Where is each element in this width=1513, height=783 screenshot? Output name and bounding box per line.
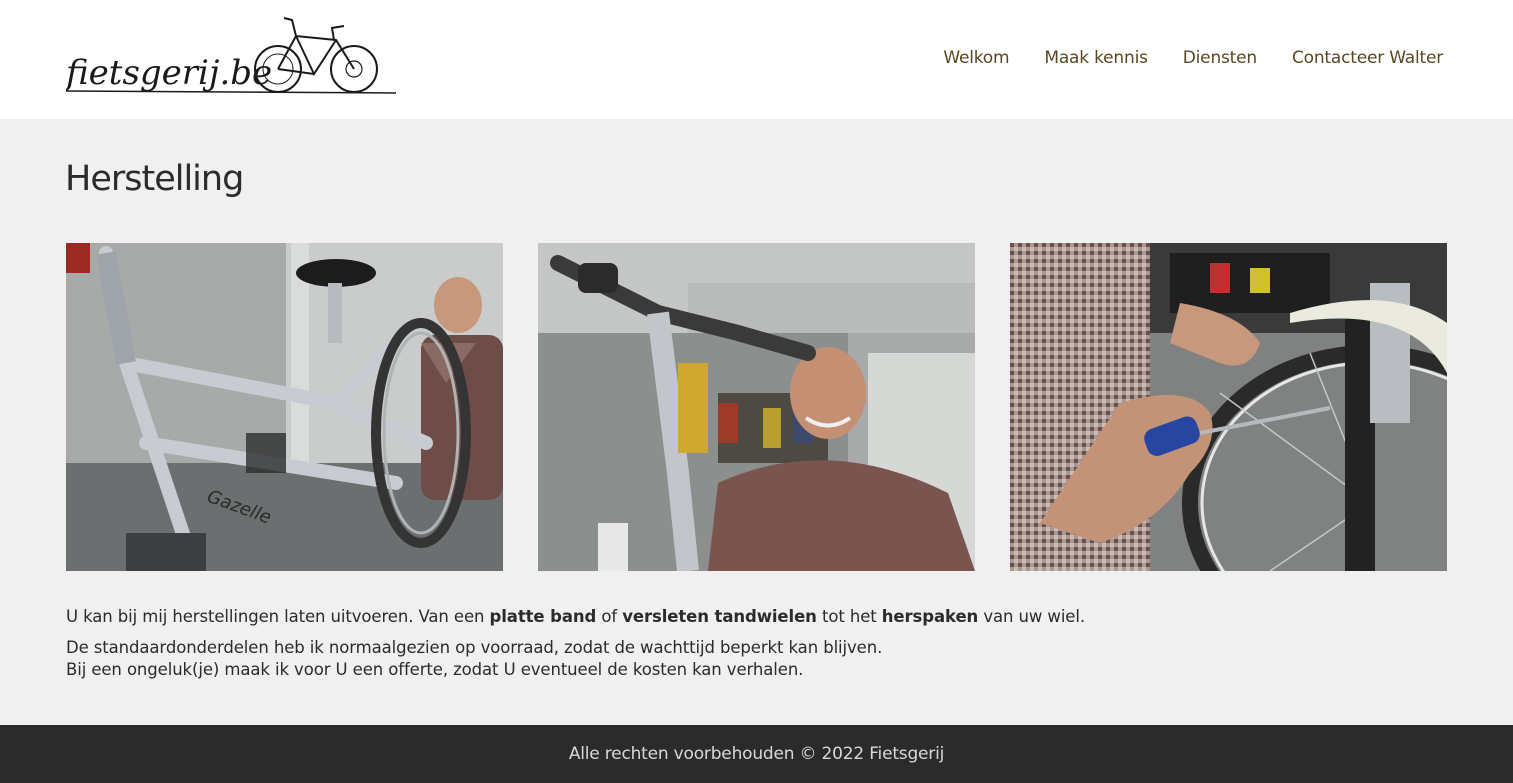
highlight-versleten-tandwielen: versleten tandwielen bbox=[622, 607, 817, 626]
text-segment: U kan bij mij herstellingen laten uitvoe… bbox=[66, 607, 490, 626]
site-logo[interactable]: fietsgerij.be bbox=[63, 14, 398, 98]
text-segment: van uw wiel. bbox=[978, 607, 1085, 626]
text-line: De standaardonderdelen heb ik normaalgez… bbox=[66, 638, 883, 657]
site-footer: Alle rechten voorbehouden © 2022 Fietsge… bbox=[0, 725, 1513, 783]
text-segment: tot het bbox=[816, 607, 882, 626]
photo-bike-repair-2[interactable] bbox=[538, 243, 975, 571]
highlight-platte-band: platte band bbox=[489, 607, 597, 626]
photo-bike-repair-1[interactable]: Gazelle bbox=[66, 243, 503, 571]
text-segment: of bbox=[596, 607, 623, 626]
description-text: U kan bij mij herstellingen laten uitvoe… bbox=[66, 606, 1446, 690]
main-content: Herstelling Gazelle U kan bij mij herste… bbox=[0, 119, 1513, 725]
photo-bike-repair-3[interactable] bbox=[1010, 243, 1447, 571]
site-header: fietsgerij.be Welkom Maak kennis Dienste… bbox=[0, 0, 1513, 119]
logo-text: fietsgerij.be bbox=[66, 53, 272, 93]
nav-contacteer-walter[interactable]: Contacteer Walter bbox=[1292, 48, 1443, 68]
copyright-text: Alle rechten voorbehouden © 2022 Fietsge… bbox=[568, 744, 945, 764]
nav-maak-kennis[interactable]: Maak kennis bbox=[1044, 48, 1148, 68]
bicycle-logo-icon: fietsgerij.be bbox=[63, 17, 397, 94]
nav-diensten[interactable]: Diensten bbox=[1183, 48, 1257, 68]
paragraph-stock: De standaardonderdelen heb ik normaalgez… bbox=[66, 637, 1446, 681]
text-line: Bij een ongeluk(je) maak ik voor U een o… bbox=[66, 660, 804, 679]
photo-gallery: Gazelle bbox=[66, 243, 1447, 571]
highlight-herspaken: herspaken bbox=[881, 607, 979, 626]
paragraph-repairs: U kan bij mij herstellingen laten uitvoe… bbox=[66, 606, 1446, 628]
page-title: Herstelling bbox=[65, 159, 244, 199]
main-nav: Welkom Maak kennis Diensten Contacteer W… bbox=[943, 48, 1443, 68]
nav-welkom[interactable]: Welkom bbox=[943, 48, 1009, 68]
